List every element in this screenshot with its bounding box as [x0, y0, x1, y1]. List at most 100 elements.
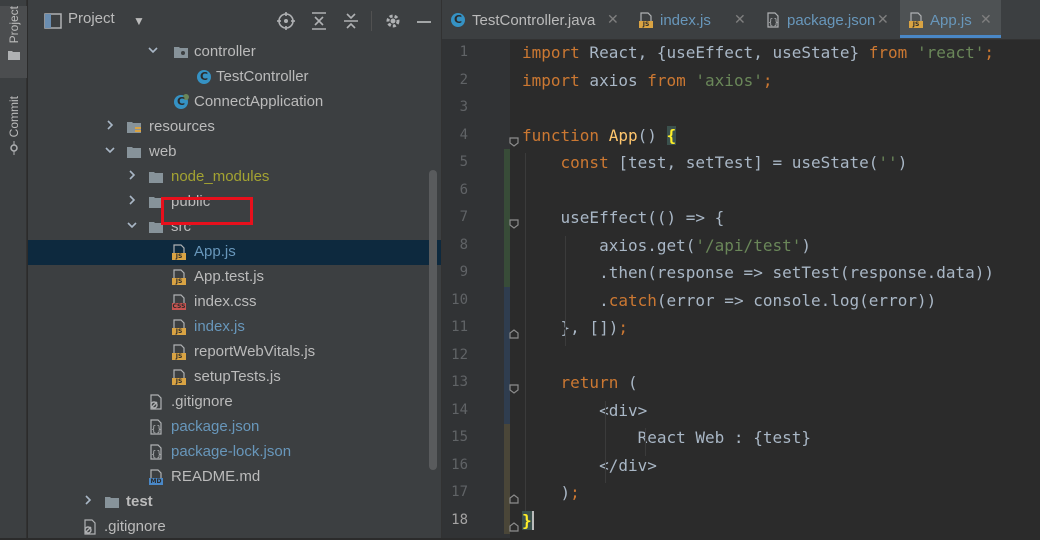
- code-line[interactable]: <div>: [522, 401, 647, 420]
- tree-row[interactable]: resources: [28, 115, 441, 140]
- code-line[interactable]: return (: [522, 373, 638, 392]
- line-number: 13: [451, 374, 468, 390]
- tree-scrollbar[interactable]: [429, 170, 437, 470]
- code-line[interactable]: .catch(error => console.log(error)): [522, 291, 936, 310]
- line-number: 15: [451, 429, 468, 445]
- resources-folder-icon: [126, 119, 142, 135]
- tree-row[interactable]: C TestController: [28, 65, 441, 90]
- tool-tab-commit[interactable]: Commit: [0, 96, 27, 176]
- js-file-icon: JS: [171, 319, 187, 335]
- tree-item-label: index.css: [194, 293, 257, 310]
- spring-boot-class-icon: C: [173, 94, 189, 110]
- annotation-highlight-box: [161, 197, 253, 225]
- tree-row[interactable]: CSS index.css: [28, 290, 441, 315]
- file-type-badge: JS: [175, 353, 183, 360]
- line-number-gutter: 1 2 3 4 5 6 7 8 9 10 11 12 13 14 15 16 17 18: [442, 39, 519, 538]
- tool-tab-project-label: Project: [6, 6, 21, 44]
- code-line[interactable]: import React, {useEffect, useState} from…: [522, 43, 994, 62]
- fold-marker-icon[interactable]: [509, 491, 519, 504]
- tree-row[interactable]: JS App.test.js: [28, 265, 441, 290]
- project-panel-header: Project ▼: [28, 0, 441, 42]
- svg-text:{}: {}: [151, 450, 162, 460]
- fold-marker-icon[interactable]: [509, 216, 519, 229]
- indent-guide: [645, 428, 646, 456]
- chevron-right-icon[interactable]: [82, 494, 94, 508]
- vcs-change-marker[interactable]: [504, 286, 510, 424]
- vcs-change-marker[interactable]: [504, 424, 510, 534]
- tree-row[interactable]: C ConnectApplication: [28, 90, 441, 115]
- tree-row[interactable]: .gitignore: [28, 390, 441, 415]
- svg-text:{}: {}: [768, 18, 779, 28]
- view-dropdown-chevron-icon[interactable]: ▼: [133, 14, 145, 28]
- code-line[interactable]: }, []);: [522, 318, 628, 337]
- tree-item-label: index.js: [194, 318, 245, 335]
- gear-icon[interactable]: [384, 12, 402, 30]
- folder-icon: [104, 494, 120, 510]
- tree-row[interactable]: JS reportWebVitals.js: [28, 340, 441, 365]
- fold-marker-icon[interactable]: [509, 519, 519, 532]
- expand-all-icon[interactable]: [311, 12, 327, 30]
- close-tab-icon[interactable]: ✕: [607, 11, 619, 28]
- editor-tab-label: TestController.java: [472, 12, 596, 29]
- line-number: 9: [459, 264, 468, 280]
- tool-tab-project[interactable]: Project: [0, 6, 27, 78]
- tree-row[interactable]: .gitignore: [28, 515, 441, 540]
- code-line[interactable]: }: [522, 510, 534, 530]
- code-line[interactable]: function App() {: [522, 125, 677, 145]
- project-panel-title[interactable]: Project: [68, 10, 115, 27]
- css-file-icon: CSS: [171, 294, 187, 310]
- chevron-right-icon[interactable]: [126, 194, 138, 208]
- code-line[interactable]: React Web : {test}: [522, 428, 811, 447]
- collapse-all-icon[interactable]: [343, 12, 359, 30]
- chevron-right-icon[interactable]: [104, 119, 116, 133]
- line-number: 18: [451, 511, 468, 528]
- line-number: 12: [451, 346, 468, 363]
- js-file-icon: JS: [171, 244, 187, 260]
- chevron-down-icon[interactable]: [126, 219, 138, 233]
- chevron-down-icon[interactable]: [147, 44, 159, 58]
- editor-tab[interactable]: JS App.js ✕: [900, 0, 1001, 38]
- tree-row[interactable]: JS App.js: [28, 240, 441, 265]
- ignore-file-icon: [82, 519, 98, 535]
- close-tab-icon[interactable]: ✕: [734, 11, 746, 28]
- minimize-icon[interactable]: [416, 12, 432, 30]
- tree-item-label: test: [126, 493, 153, 510]
- close-tab-icon[interactable]: ✕: [980, 11, 992, 28]
- code-line[interactable]: useEffect(() => {: [522, 208, 725, 227]
- locate-icon[interactable]: [277, 12, 295, 30]
- code-line[interactable]: </div>: [522, 456, 657, 475]
- file-type-badge: JS: [175, 328, 183, 335]
- js-file-icon: JS: [171, 344, 187, 360]
- editor-tab[interactable]: JS index.js ✕: [630, 0, 756, 38]
- code-line[interactable]: );: [522, 483, 580, 502]
- fold-marker-icon[interactable]: [509, 381, 519, 394]
- line-number: 8: [459, 236, 468, 253]
- chevron-down-icon[interactable]: [104, 144, 116, 158]
- editor-tab[interactable]: {} package.json ✕: [757, 0, 899, 38]
- close-tab-icon[interactable]: ✕: [877, 11, 889, 28]
- tool-window-strip: Project Commit: [0, 0, 27, 538]
- code-area[interactable]: import React, {useEffect, useState} from…: [522, 39, 1040, 538]
- commit-icon: [9, 141, 18, 156]
- tree-row[interactable]: JS setupTests.js: [28, 365, 441, 390]
- tree-row[interactable]: node_modules: [28, 165, 441, 190]
- chevron-right-icon[interactable]: [126, 169, 138, 183]
- project-view-icon: [44, 13, 62, 29]
- tree-row[interactable]: {} package.json: [28, 415, 441, 440]
- tree-row[interactable]: MD README.md: [28, 465, 441, 490]
- code-line[interactable]: const [test, setTest] = useState(''): [522, 153, 908, 172]
- line-number: 2: [459, 71, 468, 88]
- folder-icon: [126, 144, 142, 160]
- code-line[interactable]: .then(response => setTest(response.data)…: [522, 263, 994, 282]
- editor-tab[interactable]: C TestController.java ✕: [442, 0, 629, 38]
- package-folder-icon: [173, 44, 189, 60]
- tree-row[interactable]: test: [28, 490, 441, 515]
- tree-row[interactable]: controller: [28, 40, 441, 65]
- tree-item-label: App.test.js: [194, 268, 265, 285]
- fold-marker-icon[interactable]: [509, 326, 519, 339]
- fold-marker-icon[interactable]: [509, 134, 519, 147]
- tree-row[interactable]: {} package-lock.json: [28, 440, 441, 465]
- tree-row[interactable]: JS index.js: [28, 315, 441, 340]
- code-line[interactable]: import axios from 'axios';: [522, 71, 772, 90]
- tree-row[interactable]: web: [28, 140, 441, 165]
